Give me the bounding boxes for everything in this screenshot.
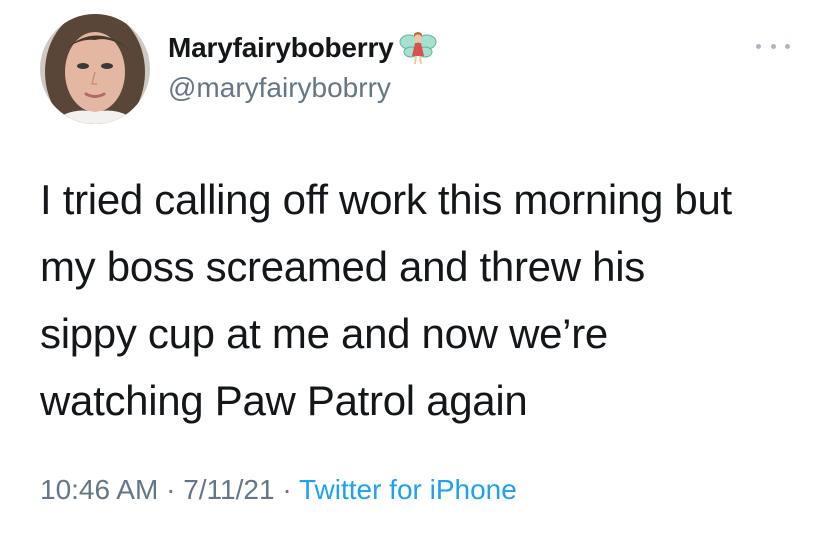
tweet-source-link[interactable]: Twitter for iPhone [299, 474, 517, 505]
more-options-icon[interactable] [756, 34, 790, 58]
meta-separator: · [158, 474, 184, 505]
user-handle[interactable]: @maryfairybobrry [168, 72, 391, 104]
tweet-time[interactable]: 10:46 AM [40, 474, 158, 505]
name-row: Maryfairyboberry [168, 28, 438, 68]
avatar[interactable] [40, 14, 150, 124]
tweet-text-line: my boss screamed and threw his [40, 243, 645, 290]
tweet-text-line: sippy cup at me and now we’re [40, 310, 608, 357]
tweet-card: Maryfairyboberry @maryfairybobrry I trie… [0, 0, 824, 540]
tweet-text-line: I tried calling off work this morning bu… [40, 176, 732, 223]
meta-separator: · [274, 474, 299, 505]
tweet-date[interactable]: 7/11/21 [183, 474, 274, 505]
tweet-text-line: watching Paw Patrol again [40, 377, 528, 424]
tweet-text: I tried calling off work this morning bu… [40, 166, 800, 434]
tweet-meta: 10:46 AM · 7/11/21 · Twitter for iPhone [40, 474, 517, 506]
display-name[interactable]: Maryfairyboberry [168, 32, 394, 64]
fairy-icon [398, 28, 438, 68]
